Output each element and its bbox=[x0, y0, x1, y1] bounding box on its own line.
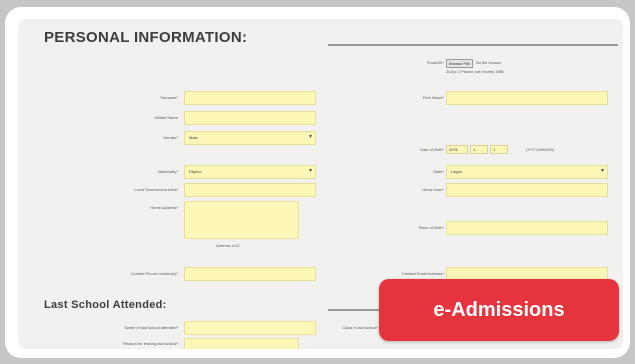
last-school-heading: Last School Attended: bbox=[44, 299, 167, 311]
home-town-input[interactable] bbox=[446, 183, 608, 197]
first-name-label: First Name* bbox=[422, 95, 444, 100]
address-sub-label: Address LOC bbox=[216, 243, 241, 248]
personal-info-heading: PERSONAL INFORMATION: bbox=[44, 29, 248, 46]
browse-file-button[interactable]: Browse File bbox=[446, 59, 473, 68]
nationality-label: Nationality* bbox=[157, 169, 178, 174]
screenshot-frame: PERSONAL INFORMATION: Photo/ID* Browse F… bbox=[5, 7, 630, 358]
first-name-input[interactable] bbox=[446, 91, 608, 105]
last-class-label: Class in last school* bbox=[342, 325, 378, 330]
home-town-label: Home town* bbox=[422, 187, 444, 192]
middle-name-label: Middle Name bbox=[154, 115, 178, 120]
photo-label: Photo/ID* bbox=[426, 60, 444, 65]
photo-note: 2x2pc 2 Picture not exceed 1MB bbox=[446, 69, 504, 74]
dob-year-select[interactable]: 2001 bbox=[446, 145, 468, 154]
home-address-textarea[interactable] bbox=[184, 201, 299, 239]
middle-name-input[interactable] bbox=[184, 111, 316, 125]
dob-label: Date of Birth* bbox=[420, 147, 444, 152]
lga-input[interactable] bbox=[184, 183, 316, 197]
email-label: Contact Email Address* bbox=[401, 271, 444, 276]
e-admissions-badge: e-Admissions bbox=[379, 279, 619, 341]
gender-select[interactable]: Male bbox=[184, 131, 316, 145]
phone-input[interactable] bbox=[184, 267, 316, 281]
dob-format-hint: (YYYY/MM/DD) bbox=[526, 147, 554, 152]
section-divider bbox=[328, 44, 618, 46]
dob-month-select[interactable]: 1 bbox=[470, 145, 488, 154]
state-select[interactable]: Lagos bbox=[446, 165, 608, 179]
lga-label: Local Government Area* bbox=[134, 187, 178, 192]
phone-label: Contact Phone number(s)* bbox=[130, 271, 178, 276]
place-of-birth-label: Place of Birth* bbox=[418, 225, 444, 230]
place-of-birth-input[interactable] bbox=[446, 221, 608, 235]
leaving-reason-label: Reason for leaving last school* bbox=[123, 341, 178, 346]
dob-day-select[interactable]: 1 bbox=[490, 145, 508, 154]
surname-label: Surname* bbox=[160, 95, 178, 100]
gender-label: Gender* bbox=[163, 135, 178, 140]
home-address-label: Home Address* bbox=[150, 205, 178, 210]
surname-input[interactable] bbox=[184, 91, 316, 105]
leaving-reason-input[interactable] bbox=[184, 338, 299, 349]
last-school-label: Name of last school attended* bbox=[124, 325, 178, 330]
last-school-input[interactable] bbox=[184, 321, 316, 335]
nationality-select[interactable]: Filipino bbox=[184, 165, 316, 179]
state-label: State* bbox=[433, 169, 444, 174]
file-status-text: No file chosen bbox=[476, 60, 502, 65]
